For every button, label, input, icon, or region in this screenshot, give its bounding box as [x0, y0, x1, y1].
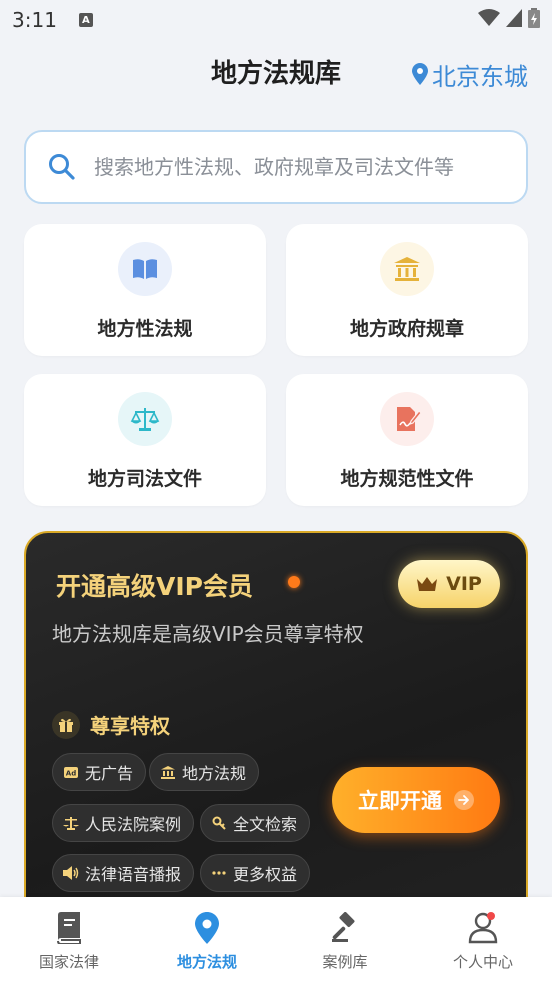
category-card-local-regulations[interactable]: 地方性法规: [24, 224, 266, 356]
crown-icon: [417, 577, 438, 591]
gavel-icon: [328, 911, 362, 945]
speaker-icon: [63, 865, 79, 881]
category-card-government-rules[interactable]: 地方政府规章: [286, 224, 528, 356]
nav-item-case-library[interactable]: 案例库: [276, 897, 414, 983]
header: 地方法规库 北京东城: [0, 52, 552, 96]
privilege-tag-local-regulations: 地方法规: [149, 753, 260, 791]
privilege-heading: 尊享特权: [52, 710, 170, 739]
privilege-tag-court-cases: 人民法院案例: [52, 804, 195, 842]
category-label: 地方规范性文件: [340, 468, 474, 490]
scales-icon: [118, 392, 172, 446]
privilege-heading-label: 尊享特权: [90, 714, 170, 738]
scales-icon: [63, 815, 79, 831]
nav-label: 个人中心: [452, 953, 513, 971]
status-indicators: [478, 8, 540, 28]
location-pin-icon: [412, 63, 428, 85]
open-vip-button-label: 立即开通: [358, 789, 442, 813]
svg-text:Ad: Ad: [66, 769, 76, 777]
tag-label: 法律语音播报: [85, 865, 182, 884]
wifi-icon: [478, 9, 500, 26]
ad-icon: Ad: [63, 764, 79, 780]
gift-icon: [52, 710, 80, 739]
vip-promo-card: 开通高级VIP会员 VIP 地方法规库是高级VIP会员尊享特权 尊享特权 Ad …: [24, 531, 528, 931]
nav-label: 案例库: [322, 953, 368, 971]
tag-label: 人民法院案例: [85, 815, 182, 834]
tag-label: 更多权益: [233, 865, 298, 884]
government-building-icon: [380, 242, 434, 296]
category-label: 地方政府规章: [349, 318, 464, 340]
location-selector[interactable]: 北京东城: [412, 52, 528, 96]
search-bar[interactable]: [24, 130, 528, 204]
nav-item-national-law[interactable]: 国家法律: [0, 897, 138, 983]
signal-icon: [506, 9, 522, 27]
user-icon: [466, 911, 500, 945]
bottom-nav: 国家法律 地方法规 案例库 个人中心: [0, 897, 552, 983]
status-time: 3:11: [12, 8, 57, 32]
privilege-tag-full-text-search: 全文检索: [200, 804, 311, 842]
law-book-icon: [52, 911, 86, 945]
government-building-icon: [160, 764, 176, 780]
vip-indicator-dot: [288, 576, 300, 588]
vip-badge: VIP: [398, 560, 500, 608]
search-input[interactable]: [94, 155, 504, 179]
tag-label: 全文检索: [233, 815, 298, 834]
category-label: 地方性法规: [97, 318, 193, 340]
category-card-normative-documents[interactable]: 地方规范性文件: [286, 374, 528, 506]
nav-label: 地方法规: [176, 953, 237, 971]
category-card-judicial-documents[interactable]: 地方司法文件: [24, 374, 266, 506]
category-label: 地方司法文件: [87, 468, 202, 490]
tag-label: 无广告: [85, 764, 134, 783]
search-icon: [49, 154, 75, 180]
nav-item-personal-center[interactable]: 个人中心: [414, 897, 552, 983]
status-bar: 3:11 A: [0, 0, 552, 40]
nav-label: 国家法律: [38, 953, 99, 971]
more-dots-icon: [211, 865, 227, 881]
arrow-right-icon: [454, 790, 474, 810]
nav-item-local-regulations[interactable]: 地方法规: [138, 897, 276, 983]
tag-label: 地方法规: [182, 764, 247, 783]
book-icon: [118, 242, 172, 296]
location-pin-icon: [190, 911, 224, 945]
open-vip-button[interactable]: 立即开通: [332, 767, 500, 833]
battery-icon: [528, 8, 540, 28]
vip-title: 开通高级VIP会员: [56, 572, 253, 601]
privilege-tag-no-ads: Ad 无广告: [52, 753, 147, 791]
notification-icon: A: [78, 13, 93, 27]
document-edit-icon: [380, 392, 434, 446]
privilege-tag-voice-broadcast: 法律语音播报: [52, 854, 195, 892]
vip-description: 地方法规库是高级VIP会员尊享特权: [52, 622, 364, 646]
location-label: 北京东城: [432, 62, 528, 91]
vip-badge-label: VIP: [446, 573, 482, 595]
privilege-tag-more-benefits: 更多权益: [200, 854, 311, 892]
key-search-icon: [211, 815, 227, 831]
